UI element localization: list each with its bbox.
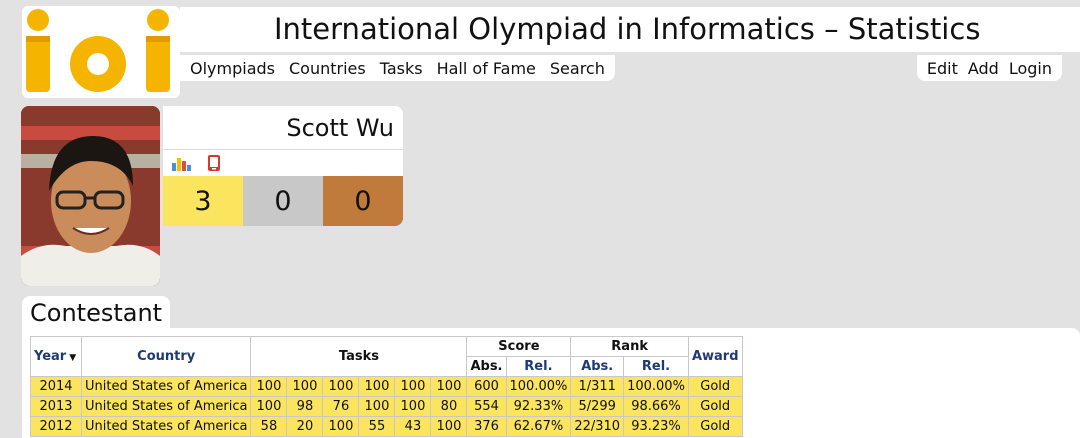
task-score-cell: 58 [250, 416, 288, 437]
country-cell[interactable]: United States of America [80, 416, 252, 437]
year-header[interactable]: Year ▼ [30, 336, 82, 377]
rank-abs-cell: 5/299 [570, 396, 625, 417]
main-nav: Olympiads Countries Tasks Hall of Fame S… [180, 55, 615, 81]
rank-rel-cell: 98.66% [623, 396, 689, 417]
task-score-cell: 43 [394, 416, 432, 437]
rank-rel-cell: 100.00% [623, 376, 689, 397]
task-score-cell: 76 [322, 396, 360, 417]
nav-edit[interactable]: Edit [927, 59, 958, 78]
ioi-logo-graphic [26, 9, 170, 92]
table-row: 2013 United States of America 100 98 76 … [30, 396, 743, 417]
bar-chart-icon-graphic [172, 158, 191, 171]
score-rel-cell: 100.00% [505, 376, 572, 397]
nav-add[interactable]: Add [968, 59, 999, 78]
nav-tasks[interactable]: Tasks [380, 59, 423, 78]
score-abs-cell: 600 [466, 376, 507, 397]
page-title: International Olympiad in Informatics – … [274, 12, 981, 46]
score-abs-cell: 376 [466, 416, 507, 437]
contestant-photo [21, 106, 160, 286]
task-score-cell: 100 [322, 416, 360, 437]
bar-chart-icon[interactable] [172, 156, 192, 175]
rank-abs-header[interactable]: Abs. [570, 356, 625, 377]
task-score-cell: 100 [250, 396, 288, 417]
nav-countries[interactable]: Countries [289, 59, 366, 78]
contestant-section: Year ▼ Country Tasks Score Rank Award Abs… [22, 328, 1080, 438]
country-header[interactable]: Country [80, 336, 252, 377]
rank-header: Rank [570, 336, 689, 357]
results-table: Year ▼ Country Tasks Score Rank Award Abs… [30, 336, 743, 437]
task-score-cell: 100 [322, 376, 360, 397]
sort-down-icon: ▼ [69, 353, 77, 363]
task-score-cell: 100 [358, 396, 396, 417]
score-rel-header[interactable]: Rel. [505, 356, 572, 377]
task-score-cell: 100 [250, 376, 288, 397]
medal-counts: 3 0 0 [163, 176, 403, 226]
profile-card: Scott Wu 3 0 0 [163, 106, 403, 226]
contestant-photo-image [21, 106, 160, 286]
task-score-cell: 20 [286, 416, 324, 437]
nav-search[interactable]: Search [550, 59, 605, 78]
award-header[interactable]: Award [687, 336, 743, 377]
award-cell: Gold [687, 416, 743, 437]
nav-hall-of-fame[interactable]: Hall of Fame [437, 59, 536, 78]
rank-abs-cell: 22/310 [570, 416, 625, 437]
score-abs-header: Abs. [466, 356, 507, 377]
country-cell[interactable]: United States of America [80, 376, 252, 397]
year-cell[interactable]: 2013 [30, 396, 82, 417]
tasks-header: Tasks [250, 336, 468, 377]
rank-rel-cell: 93.23% [623, 416, 689, 437]
award-cell: Gold [687, 396, 743, 417]
table-row: 2012 United States of America 58 20 100 … [30, 416, 743, 437]
name-box: Scott Wu [163, 106, 403, 149]
task-score-cell: 100 [358, 376, 396, 397]
table-row: 2014 United States of America 100 100 10… [30, 376, 743, 397]
ioi-logo[interactable] [22, 6, 180, 98]
gold-medal-count: 3 [163, 176, 243, 226]
silver-medal-count: 0 [243, 176, 323, 226]
task-score-cell: 98 [286, 396, 324, 417]
task-score-cell: 100 [286, 376, 324, 397]
task-score-cell: 100 [430, 416, 468, 437]
mobile-icon[interactable] [207, 154, 221, 176]
score-abs-cell: 554 [466, 396, 507, 417]
year-cell[interactable]: 2014 [30, 376, 82, 397]
rank-abs-cell: 1/311 [570, 376, 625, 397]
task-score-cell: 80 [430, 396, 468, 417]
task-score-cell: 100 [394, 396, 432, 417]
profile-links [163, 149, 403, 176]
user-nav: Edit Add Login [916, 55, 1062, 81]
bronze-medal-count: 0 [323, 176, 403, 226]
task-score-cell: 100 [394, 376, 432, 397]
contestant-name: Scott Wu [286, 114, 394, 142]
score-rel-cell: 92.33% [505, 396, 572, 417]
award-cell: Gold [687, 376, 743, 397]
section-title: Contestant [22, 296, 171, 328]
score-rel-cell: 62.67% [505, 416, 572, 437]
score-header: Score [466, 336, 572, 357]
year-header-label: Year [34, 349, 67, 364]
title-bar: International Olympiad in Informatics – … [180, 7, 1080, 52]
country-cell[interactable]: United States of America [80, 396, 252, 417]
rank-rel-header[interactable]: Rel. [623, 356, 689, 377]
nav-olympiads[interactable]: Olympiads [190, 59, 275, 78]
nav-login[interactable]: Login [1009, 59, 1052, 78]
task-score-cell: 100 [430, 376, 468, 397]
mobile-icon-graphic [208, 155, 220, 171]
year-cell[interactable]: 2012 [30, 416, 82, 437]
task-score-cell: 55 [358, 416, 396, 437]
